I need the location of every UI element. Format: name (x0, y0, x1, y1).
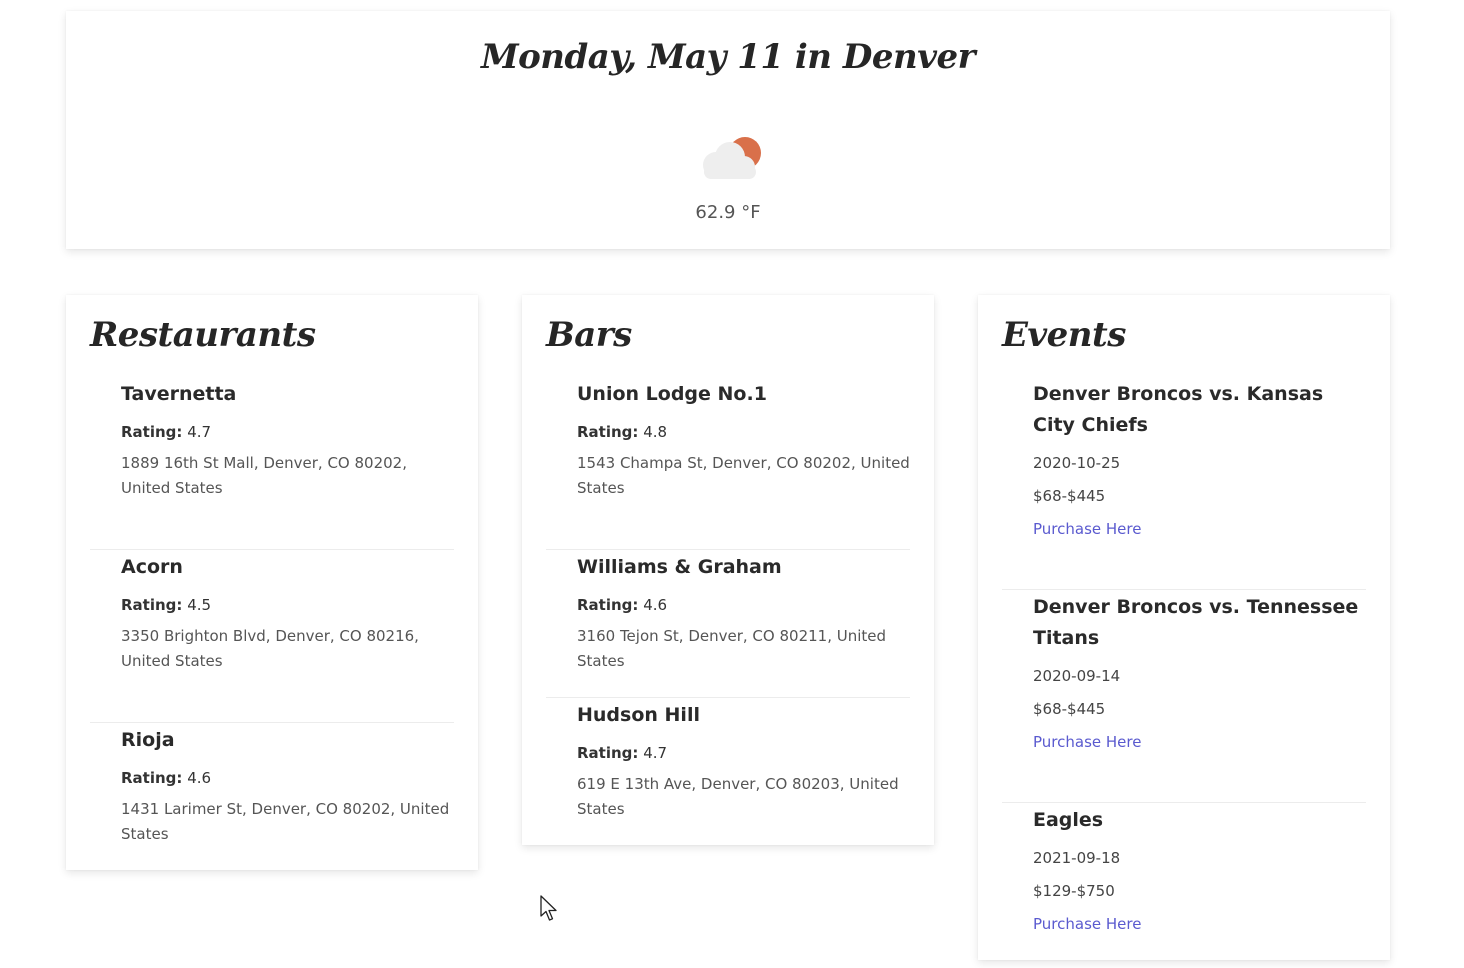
weather-card: Monday, May 11 in Denver 62.9 °F (66, 11, 1390, 249)
bar-address: 3160 Tejon St, Denver, CO 80211, United … (577, 627, 887, 670)
page-title: Monday, May 11 in Denver (480, 37, 976, 77)
bar-item: Union Lodge No.1 Rating: 4.8 1543 Champa… (546, 377, 910, 550)
purchase-link[interactable]: Purchase Here (1033, 518, 1141, 540)
rating-label: Rating: (577, 596, 639, 614)
event-price: $68-$445 (1033, 700, 1106, 718)
restaurant-name: Rioja (121, 729, 175, 751)
rating-value: 4.7 (187, 423, 212, 441)
restaurant-address: 3350 Brighton Blvd, Denver, CO 80216, Un… (121, 627, 419, 670)
bars-title: Bars (546, 315, 632, 355)
rating-label: Rating: (577, 423, 639, 441)
bar-item: Williams & Graham Rating: 4.6 3160 Tejon… (546, 550, 910, 698)
rating-value: 4.6 (187, 769, 212, 787)
events-card: Events Denver Broncos vs. Kansas City Ch… (978, 295, 1390, 960)
event-item: Denver Broncos vs. Tennessee Titans 2020… (1002, 590, 1366, 803)
bar-rating: Rating: 4.7 (577, 742, 910, 764)
events-list: Denver Broncos vs. Kansas City Chiefs 20… (1002, 377, 1366, 935)
bar-item: Hudson Hill Rating: 4.7 619 E 13th Ave, … (546, 698, 910, 822)
restaurant-address: 1431 Larimer St, Denver, CO 80202, Unite… (121, 800, 450, 843)
bar-address: 1543 Champa St, Denver, CO 80202, United… (577, 454, 910, 497)
purchase-link[interactable]: Purchase Here (1033, 913, 1141, 935)
restaurant-item: Acorn Rating: 4.5 3350 Brighton Blvd, De… (90, 550, 454, 723)
bar-name: Hudson Hill (577, 704, 700, 726)
restaurant-name: Tavernetta (121, 383, 237, 405)
event-name: Denver Broncos vs. Kansas City Chiefs (1033, 383, 1324, 436)
restaurants-title: Restaurants (90, 315, 316, 355)
bar-rating: Rating: 4.6 (577, 594, 910, 616)
rating-value: 4.6 (643, 596, 668, 614)
rating-value: 4.7 (643, 744, 668, 762)
rating-label: Rating: (121, 769, 183, 787)
mouse-cursor-icon (540, 895, 557, 921)
bar-rating: Rating: 4.8 (577, 421, 910, 443)
bars-card: Bars Union Lodge No.1 Rating: 4.8 1543 C… (522, 295, 934, 845)
restaurant-item: Rioja Rating: 4.6 1431 Larimer St, Denve… (90, 723, 454, 847)
event-date: 2021-09-18 (1033, 849, 1121, 867)
events-title: Events (1002, 315, 1126, 355)
bar-address: 619 E 13th Ave, Denver, CO 80203, United… (577, 775, 899, 818)
rating-value: 4.8 (643, 423, 668, 441)
purchase-link[interactable]: Purchase Here (1033, 731, 1141, 753)
rating-value: 4.5 (187, 596, 212, 614)
restaurant-rating: Rating: 4.6 (121, 767, 454, 789)
partly-cloudy-icon (703, 137, 761, 179)
restaurant-address: 1889 16th St Mall, Denver, CO 80202, Uni… (121, 454, 407, 497)
event-name: Eagles (1033, 809, 1104, 831)
rating-label: Rating: (577, 744, 639, 762)
bar-name: Williams & Graham (577, 556, 782, 578)
restaurant-item: Tavernetta Rating: 4.7 1889 16th St Mall… (90, 377, 454, 550)
restaurants-list: Tavernetta Rating: 4.7 1889 16th St Mall… (90, 377, 454, 847)
restaurants-card: Restaurants Tavernetta Rating: 4.7 1889 … (66, 295, 478, 870)
restaurant-rating: Rating: 4.7 (121, 421, 454, 443)
bars-list: Union Lodge No.1 Rating: 4.8 1543 Champa… (546, 377, 910, 822)
event-date: 2020-10-25 (1033, 454, 1121, 472)
rating-label: Rating: (121, 423, 183, 441)
restaurant-name: Acorn (121, 556, 183, 578)
event-price: $68-$445 (1033, 487, 1106, 505)
event-name: Denver Broncos vs. Tennessee Titans (1033, 596, 1359, 649)
restaurant-rating: Rating: 4.5 (121, 594, 454, 616)
rating-label: Rating: (121, 596, 183, 614)
temperature: 62.9 °F (695, 202, 761, 223)
event-item: Denver Broncos vs. Kansas City Chiefs 20… (1002, 377, 1366, 590)
bar-name: Union Lodge No.1 (577, 383, 767, 405)
event-item: Eagles 2021-09-18 $129-$750 Purchase Her… (1002, 803, 1366, 935)
event-date: 2020-09-14 (1033, 667, 1121, 685)
event-price: $129-$750 (1033, 882, 1115, 900)
